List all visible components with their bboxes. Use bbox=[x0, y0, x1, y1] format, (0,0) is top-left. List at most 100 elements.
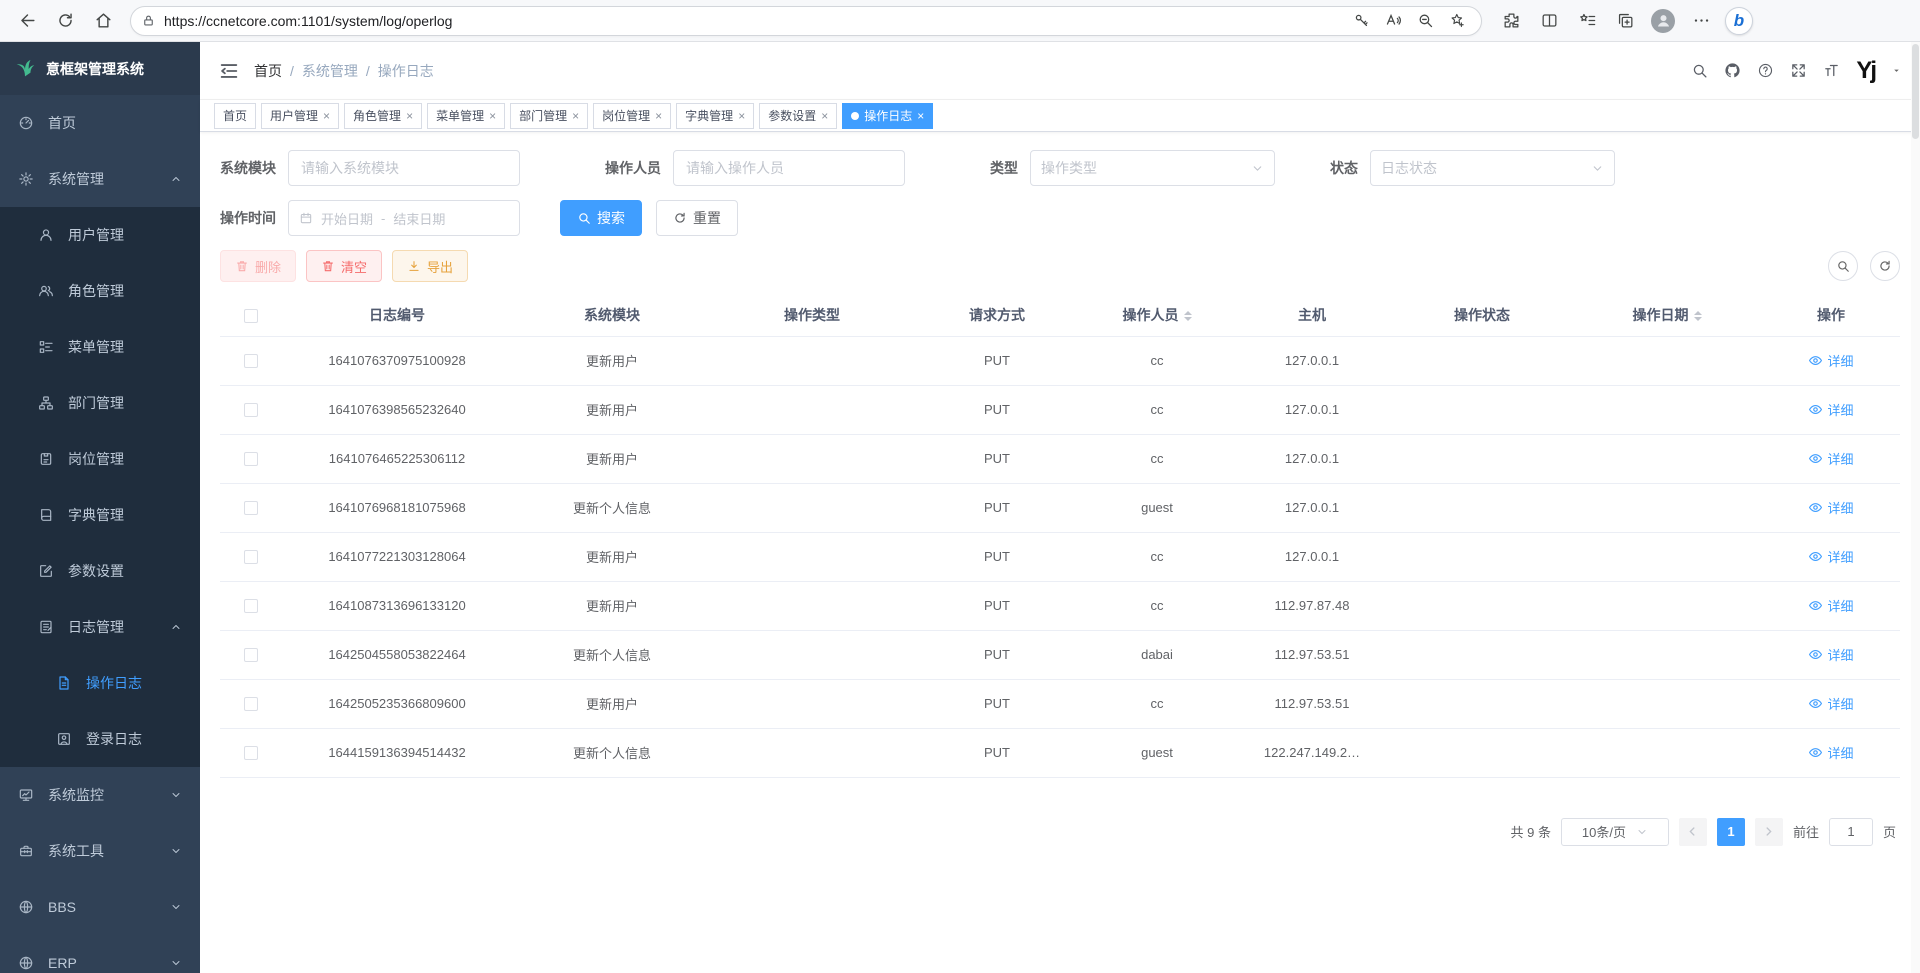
row-checkbox[interactable] bbox=[244, 403, 258, 417]
help-icon[interactable] bbox=[1757, 62, 1774, 79]
browser-home-button[interactable] bbox=[86, 4, 120, 38]
export-button[interactable]: 导出 bbox=[392, 250, 468, 282]
cell-date bbox=[1572, 483, 1762, 532]
tab-role[interactable]: 角色管理× bbox=[344, 103, 422, 129]
refresh-table-button[interactable] bbox=[1870, 251, 1900, 281]
col-date[interactable]: 操作日期 bbox=[1572, 294, 1762, 336]
sidebar-item-system[interactable]: 系统管理 bbox=[0, 151, 200, 207]
delete-button[interactable]: 删除 bbox=[220, 250, 296, 282]
font-size-icon[interactable] bbox=[1823, 62, 1840, 79]
copilot-button[interactable]: b bbox=[1722, 4, 1756, 38]
browser-reload-button[interactable] bbox=[48, 4, 82, 38]
sidebar-item-param[interactable]: 参数设置 bbox=[0, 543, 200, 599]
tab-post[interactable]: 岗位管理× bbox=[593, 103, 671, 129]
tab-user[interactable]: 用户管理× bbox=[261, 103, 339, 129]
sidebar-item-dept[interactable]: 部门管理 bbox=[0, 375, 200, 431]
detail-link[interactable]: 详细 bbox=[1808, 400, 1853, 419]
close-icon[interactable]: × bbox=[738, 109, 745, 123]
detail-link[interactable]: 详细 bbox=[1808, 498, 1853, 517]
sidebar-item-user[interactable]: 用户管理 bbox=[0, 207, 200, 263]
operator-input[interactable] bbox=[673, 150, 905, 186]
clear-button[interactable]: 清空 bbox=[306, 250, 382, 282]
row-checkbox[interactable] bbox=[244, 697, 258, 711]
favorites-button[interactable] bbox=[1570, 4, 1604, 38]
sidebar-item-menu[interactable]: 菜单管理 bbox=[0, 319, 200, 375]
user-avatar[interactable]: Yj bbox=[1856, 59, 1875, 83]
avatar-caret-icon[interactable] bbox=[1891, 65, 1902, 76]
row-checkbox[interactable] bbox=[244, 550, 258, 564]
sidebar-item-bbs[interactable]: BBS bbox=[0, 879, 200, 935]
detail-link[interactable]: 详细 bbox=[1808, 547, 1853, 566]
module-input[interactable] bbox=[288, 150, 520, 186]
collections-button[interactable] bbox=[1608, 4, 1642, 38]
add-favorite-button[interactable] bbox=[1443, 7, 1471, 35]
sidebar-item-loginlog[interactable]: 登录日志 bbox=[0, 711, 200, 767]
page-scrollbar[interactable] bbox=[1911, 42, 1920, 973]
close-icon[interactable]: × bbox=[572, 109, 579, 123]
row-checkbox[interactable] bbox=[244, 354, 258, 368]
type-select[interactable]: 操作类型 bbox=[1030, 150, 1275, 186]
sidebar-item-log[interactable]: 日志管理 bbox=[0, 599, 200, 655]
detail-link[interactable]: 详细 bbox=[1808, 743, 1853, 762]
date-range-picker[interactable]: 开始日期 - 结束日期 bbox=[288, 200, 520, 236]
col-operator[interactable]: 操作人员 bbox=[1082, 294, 1232, 336]
zoom-out-button[interactable] bbox=[1411, 7, 1439, 35]
breadcrumb-home[interactable]: 首页 bbox=[254, 61, 282, 81]
row-checkbox[interactable] bbox=[244, 452, 258, 466]
sidebar-item-tool[interactable]: 系统工具 bbox=[0, 823, 200, 879]
detail-link[interactable]: 详细 bbox=[1808, 645, 1853, 664]
close-icon[interactable]: × bbox=[821, 109, 828, 123]
close-icon[interactable]: × bbox=[489, 109, 496, 123]
row-checkbox[interactable] bbox=[244, 501, 258, 515]
detail-link[interactable]: 详细 bbox=[1808, 596, 1853, 615]
sidebar-item-role[interactable]: 角色管理 bbox=[0, 263, 200, 319]
tab-home[interactable]: 首页 bbox=[214, 103, 256, 129]
browser-menu-button[interactable] bbox=[1684, 4, 1718, 38]
browser-back-button[interactable] bbox=[10, 4, 44, 38]
page-number-1[interactable]: 1 bbox=[1717, 818, 1745, 846]
select-all-checkbox[interactable] bbox=[244, 309, 258, 323]
github-icon[interactable] bbox=[1724, 62, 1741, 79]
password-key-button[interactable] bbox=[1347, 7, 1375, 35]
profile-button[interactable] bbox=[1646, 4, 1680, 38]
tab-operlog[interactable]: 操作日志× bbox=[842, 103, 933, 129]
next-page-button[interactable] bbox=[1755, 818, 1783, 846]
sidebar-item-dict[interactable]: 字典管理 bbox=[0, 487, 200, 543]
goto-page-input[interactable] bbox=[1829, 818, 1873, 846]
tab-dict[interactable]: 字典管理× bbox=[676, 103, 754, 129]
sort-icons[interactable] bbox=[1184, 311, 1192, 322]
split-screen-button[interactable] bbox=[1532, 4, 1566, 38]
page-size-select[interactable]: 10条/页 bbox=[1561, 818, 1669, 846]
tab-param[interactable]: 参数设置× bbox=[759, 103, 837, 129]
sidebar-item-post[interactable]: 岗位管理 bbox=[0, 431, 200, 487]
detail-link[interactable]: 详细 bbox=[1808, 694, 1853, 713]
read-aloud-button[interactable] bbox=[1379, 7, 1407, 35]
detail-link[interactable]: 详细 bbox=[1808, 351, 1853, 370]
close-icon[interactable]: × bbox=[917, 109, 924, 123]
toggle-search-button[interactable] bbox=[1828, 251, 1858, 281]
row-checkbox[interactable] bbox=[244, 599, 258, 613]
row-checkbox[interactable] bbox=[244, 648, 258, 662]
address-bar[interactable]: https://ccnetcore.com:1101/system/log/op… bbox=[130, 6, 1482, 36]
sort-icons[interactable] bbox=[1694, 311, 1702, 322]
sidebar-item-monitor[interactable]: 系统监控 bbox=[0, 767, 200, 823]
detail-link[interactable]: 详细 bbox=[1808, 449, 1853, 468]
extensions-button[interactable] bbox=[1494, 4, 1528, 38]
close-icon[interactable]: × bbox=[655, 109, 662, 123]
sidebar-fold-icon[interactable] bbox=[218, 60, 240, 82]
close-icon[interactable]: × bbox=[323, 109, 330, 123]
sidebar-item-home[interactable]: 首页 bbox=[0, 95, 200, 151]
close-icon[interactable]: × bbox=[406, 109, 413, 123]
fullscreen-icon[interactable] bbox=[1790, 62, 1807, 79]
status-select[interactable]: 日志状态 bbox=[1370, 150, 1615, 186]
sidebar-item-erp[interactable]: ERP bbox=[0, 935, 200, 973]
tab-menu[interactable]: 菜单管理× bbox=[427, 103, 505, 129]
app-logo[interactable]: 意框架管理系统 bbox=[0, 42, 200, 95]
tab-dept[interactable]: 部门管理× bbox=[510, 103, 588, 129]
reset-button[interactable]: 重置 bbox=[656, 200, 738, 236]
prev-page-button[interactable] bbox=[1679, 818, 1707, 846]
search-button[interactable]: 搜索 bbox=[560, 200, 642, 236]
sidebar-item-operlog[interactable]: 操作日志 bbox=[0, 655, 200, 711]
row-checkbox[interactable] bbox=[244, 746, 258, 760]
header-search-icon[interactable] bbox=[1691, 62, 1708, 79]
